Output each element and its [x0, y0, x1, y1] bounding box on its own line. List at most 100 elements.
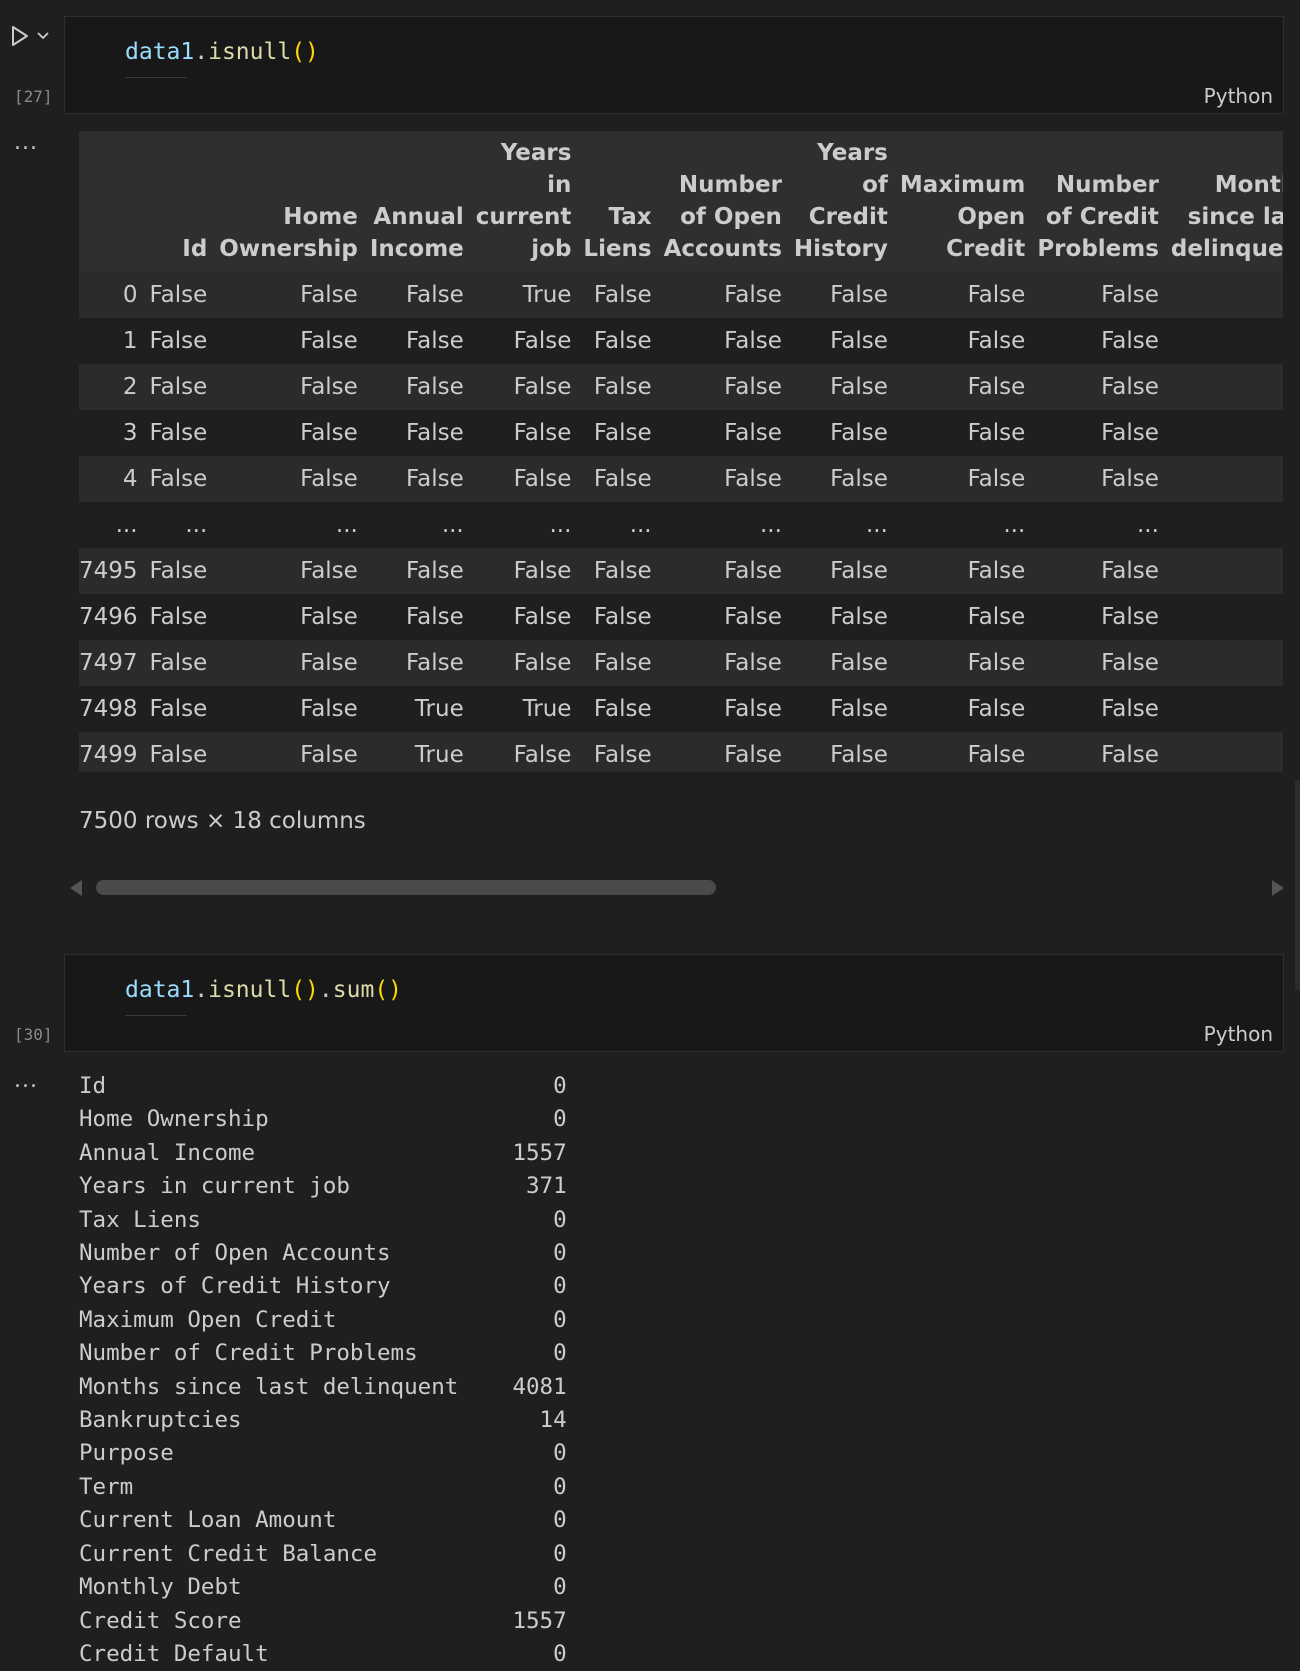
table-cell: False — [513, 650, 572, 676]
table-cell: False — [830, 558, 888, 584]
dataframe-table: Id Home Ownership Annual Income Years in… — [79, 131, 1283, 772]
table-cell: False — [967, 742, 1026, 768]
row-index: 3 — [122, 420, 138, 446]
scrollbar-thumb[interactable] — [96, 880, 716, 895]
code-line[interactable]: data1.isnull().sum() — [125, 977, 402, 1003]
series-line: Home Ownership 0 — [79, 1103, 567, 1136]
series-label: Id — [79, 1073, 107, 1099]
row-index: 2 — [122, 374, 138, 400]
code-cell-isnull[interactable]: data1.isnull() Python — [64, 16, 1284, 114]
series-label: Credit Default — [79, 1640, 269, 1667]
series-value: 0 — [553, 1073, 567, 1099]
series-value: 0 — [553, 1540, 567, 1567]
series-label: Credit Score — [79, 1607, 242, 1634]
table-cell: False — [724, 558, 782, 584]
table-cell: False — [967, 650, 1026, 676]
series-label: Home Ownership — [79, 1106, 269, 1133]
table-cell: False — [513, 604, 572, 630]
horizontal-scrollbar[interactable] — [70, 877, 1284, 899]
table-cell: False — [1101, 466, 1159, 492]
series-line: Years of Credit History 0 — [79, 1270, 567, 1303]
table-row: 7498 False False True True False False False Fal… — [79, 686, 1283, 732]
output-more-icon[interactable]: ... — [14, 132, 38, 154]
series-label: Years in current job — [79, 1173, 350, 1200]
column-header: Id — [182, 236, 208, 262]
table-cell — [1171, 686, 1283, 732]
table-cell: False — [406, 374, 464, 400]
series-value: 0 — [553, 1273, 567, 1300]
language-label[interactable]: Python — [1204, 1022, 1273, 1046]
scroll-left-icon[interactable] — [70, 880, 82, 896]
table-cell — [1171, 456, 1283, 502]
row-index: 7495 — [79, 558, 138, 584]
table-cell: False — [724, 650, 782, 676]
vertical-scrollbar[interactable] — [1295, 780, 1300, 990]
chevron-down-icon[interactable] — [36, 31, 50, 41]
table-cell: False — [300, 420, 358, 446]
row-index: 7499 — [79, 742, 138, 768]
table-cell: False — [593, 558, 652, 584]
table-cell — [1171, 318, 1283, 364]
table-cell — [1171, 548, 1283, 594]
series-value: 1557 — [512, 1607, 567, 1634]
table-cell: False — [1101, 558, 1159, 584]
row-index: 1 — [122, 328, 138, 354]
row-index: 7498 — [79, 696, 138, 722]
table-cell: False — [1101, 742, 1159, 768]
table-cell — [1171, 502, 1283, 548]
series-line: Current Loan Amount 0 — [79, 1504, 567, 1537]
table-cell: False — [593, 696, 652, 722]
table-cell: False — [724, 282, 782, 308]
language-label[interactable]: Python — [1204, 84, 1273, 108]
table-cell: False — [1101, 420, 1159, 446]
series-value: 4081 — [512, 1373, 567, 1400]
series-line: Maximum Open Credit 0 — [79, 1304, 567, 1337]
output-more-icon[interactable]: ... — [14, 1070, 38, 1092]
run-cell-button[interactable] — [10, 25, 50, 47]
column-header: Maximum Open Credit — [899, 172, 1026, 262]
table-cell: False — [593, 650, 652, 676]
series-label: Number of Open Accounts — [79, 1240, 391, 1267]
code-cell-isnull-sum[interactable]: data1.isnull().sum() Python — [64, 954, 1284, 1052]
table-cell: False — [967, 420, 1026, 446]
series-line: Credit Default 0 — [79, 1638, 567, 1671]
series-line: Tax Liens 0 — [79, 1204, 567, 1237]
table-row: 1 False False False False False False False Fals… — [79, 318, 1283, 364]
series-line: Number of Open Accounts 0 — [79, 1237, 567, 1270]
table-cell: False — [513, 328, 572, 354]
table-cell: False — [967, 328, 1026, 354]
table-cell: ... — [185, 512, 208, 538]
table-cell: False — [830, 282, 888, 308]
series-label: Maximum Open Credit — [79, 1306, 337, 1333]
table-cell: False — [149, 558, 208, 584]
table-cell: False — [300, 328, 358, 354]
series-line: Months since last delinquent 4081 — [79, 1371, 567, 1404]
table-cell: False — [149, 328, 208, 354]
series-value: 0 — [553, 1240, 567, 1267]
table-cell: False — [513, 374, 572, 400]
column-header: Years in current job — [475, 140, 572, 262]
series-line: Current Credit Balance 0 — [79, 1538, 567, 1571]
table-cell: False — [300, 604, 358, 630]
series-line: Monthly Debt 0 — [79, 1571, 567, 1604]
table-cell: False — [830, 420, 888, 446]
column-header: Months since last delinquent — [1170, 172, 1283, 262]
series-line: Term 0 — [79, 1471, 567, 1504]
table-cell: False — [1101, 282, 1159, 308]
table-cell: True — [522, 282, 572, 308]
series-label: Current Credit Balance — [79, 1540, 378, 1567]
table-cell: ... — [549, 512, 572, 538]
dataframe-output: Id Home Ownership Annual Income Years in… — [79, 131, 1283, 772]
table-row: 4 False False False False False False False Fals… — [79, 456, 1283, 502]
column-header — [79, 131, 150, 272]
series-label: Purpose — [79, 1440, 174, 1467]
table-cell — [1171, 594, 1283, 640]
scroll-right-icon[interactable] — [1272, 880, 1284, 896]
series-line: Bankruptcies 14 — [79, 1404, 567, 1437]
table-cell: ... — [759, 512, 782, 538]
table-cell: False — [406, 604, 464, 630]
code-line[interactable]: data1.isnull() — [125, 39, 319, 65]
table-cell: False — [724, 328, 782, 354]
series-value: 0 — [553, 1574, 567, 1601]
table-cell: False — [300, 282, 358, 308]
